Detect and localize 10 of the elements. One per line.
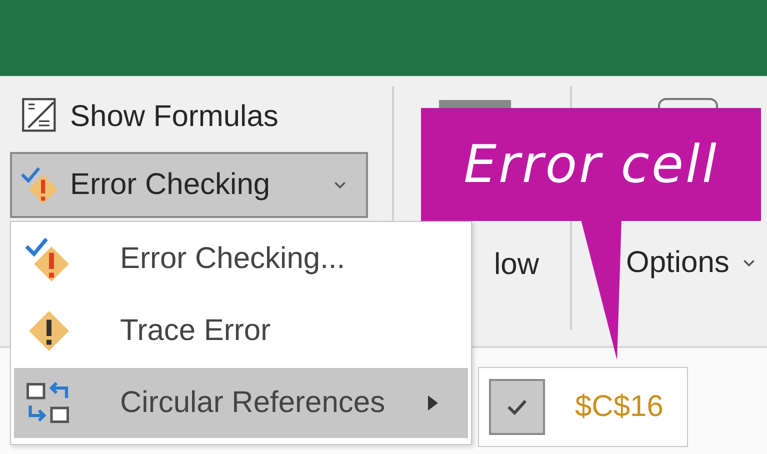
- calculation-options-button[interactable]: Options: [618, 240, 764, 286]
- caret-icon: [334, 181, 346, 189]
- watch-window-label: low: [494, 248, 540, 282]
- menu-item[interactable]: Error Checking...: [14, 224, 468, 294]
- error-checking-button[interactable]: Error Checking: [10, 152, 368, 218]
- show-formulas-button[interactable]: Show Formulas: [10, 90, 288, 144]
- menu-item[interactable]: Trace Error: [14, 296, 468, 366]
- caret-icon: [743, 259, 756, 267]
- callout-text: Error cell: [464, 134, 718, 194]
- menu-item[interactable]: Circular References: [14, 368, 468, 438]
